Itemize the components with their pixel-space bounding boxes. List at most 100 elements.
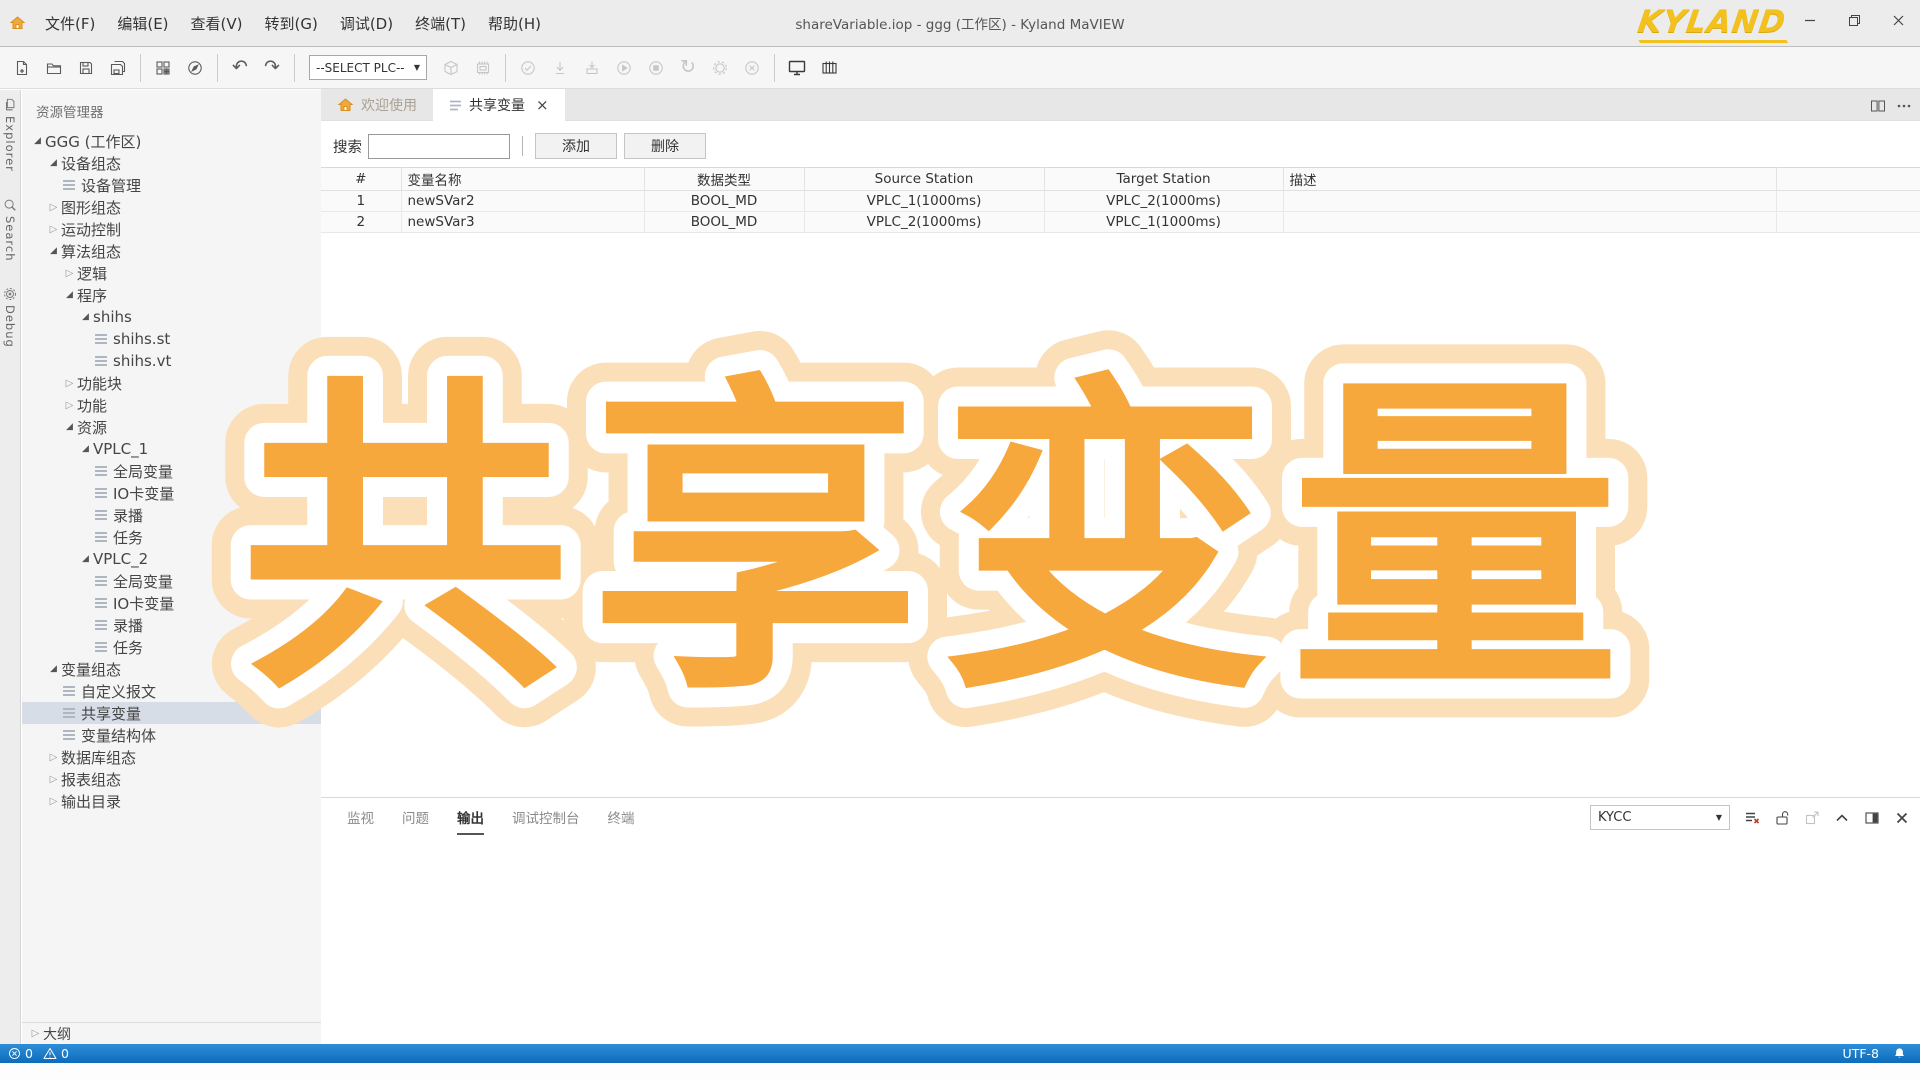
menu-item-2[interactable]: 查看(V) — [180, 9, 254, 38]
cell-数据类型[interactable]: BOOL_MD — [644, 191, 804, 212]
expand-icon[interactable]: ◢ — [62, 422, 77, 432]
io-config-button[interactable] — [813, 52, 845, 84]
tree-item-shihs[interactable]: ◢shihs — [22, 306, 321, 328]
column-header-2[interactable]: 数据类型 — [644, 168, 804, 191]
tree-item-报表组态[interactable]: ▷报表组态 — [22, 768, 321, 790]
rail-item-debug[interactable]: Debug — [3, 287, 17, 348]
tree-item-数据库组态[interactable]: ▷数据库组态 — [22, 746, 321, 768]
menu-item-5[interactable]: 终端(T) — [404, 9, 477, 38]
monitor-button[interactable] — [781, 52, 813, 84]
save-button[interactable] — [70, 52, 102, 84]
expand-icon[interactable]: ◢ — [46, 158, 61, 168]
editor-tab-共享变量[interactable]: 共享变量× — [433, 89, 565, 121]
add-button[interactable]: 添加 — [535, 133, 617, 159]
collapse-icon[interactable]: ▷ — [62, 400, 77, 411]
cell-Source Station[interactable]: VPLC_2(1000ms) — [804, 212, 1044, 233]
expand-icon[interactable]: ◢ — [78, 554, 93, 564]
restore-button[interactable] — [1832, 0, 1876, 40]
tree-item-逻辑[interactable]: ▷逻辑 — [22, 262, 321, 284]
close-button[interactable] — [1876, 0, 1920, 40]
notification-bell-icon[interactable] — [1893, 1047, 1906, 1060]
tree-item-shihs.st[interactable]: shihs.st — [22, 328, 321, 350]
tree-item-资源[interactable]: ◢资源 — [22, 416, 321, 438]
settings-gear-button[interactable] — [704, 52, 736, 84]
warning-counter[interactable]: 0 — [43, 1046, 69, 1061]
tree-item-IO卡变量[interactable]: IO卡变量 — [22, 482, 321, 504]
collapse-icon[interactable]: ▷ — [46, 202, 61, 213]
expand-icon[interactable]: ◢ — [30, 136, 45, 146]
column-header-1[interactable]: 变量名称 — [401, 168, 644, 191]
tree-item-共享变量[interactable]: 共享变量 — [22, 702, 321, 724]
close-tab-icon[interactable]: × — [536, 96, 549, 114]
device-cube-button[interactable] — [435, 52, 467, 84]
tree-item-VPLC_2[interactable]: ◢VPLC_2 — [22, 548, 321, 570]
cell-变量名称[interactable]: newSVar2 — [401, 191, 644, 212]
layout-panel-icon[interactable] — [1864, 810, 1880, 826]
close-icon[interactable] — [1894, 810, 1910, 826]
verify-check-button[interactable] — [512, 52, 544, 84]
rail-item-explorer[interactable]: Explorer — [3, 98, 17, 172]
tree-item-设备管理[interactable]: 设备管理 — [22, 174, 321, 196]
download-box-button[interactable] — [576, 52, 608, 84]
output-channel-select[interactable]: KYCC ▼ — [1590, 805, 1730, 830]
panel-tab-问题[interactable]: 问题 — [402, 807, 429, 835]
cell-描述[interactable] — [1283, 212, 1776, 233]
clear-list-icon[interactable] — [1744, 810, 1760, 826]
tree-item-shihs.vt[interactable]: shihs.vt — [22, 350, 321, 372]
tree-item-设备组态[interactable]: ◢设备组态 — [22, 152, 321, 174]
cell-描述[interactable] — [1283, 191, 1776, 212]
menu-item-1[interactable]: 编辑(E) — [106, 9, 179, 38]
project-grid-button[interactable] — [147, 52, 179, 84]
delete-button[interactable]: 删除 — [624, 133, 706, 159]
plc-select-dropdown[interactable]: --SELECT PLC--▼ — [309, 55, 427, 80]
tree-item-全局变量[interactable]: 全局变量 — [22, 570, 321, 592]
tree-item-自定义报文[interactable]: 自定义报文 — [22, 680, 321, 702]
restart-refresh-button[interactable]: ↻ — [672, 52, 704, 84]
tree-item-变量结构体[interactable]: 变量结构体 — [22, 724, 321, 746]
column-header-5[interactable]: 描述 — [1283, 168, 1776, 191]
table-row[interactable]: 1newSVar2BOOL_MDVPLC_1(1000ms)VPLC_2(100… — [321, 191, 1920, 212]
cell-Target Station[interactable]: VPLC_2(1000ms) — [1044, 191, 1283, 212]
panel-tab-监视[interactable]: 监视 — [347, 807, 374, 835]
search-input[interactable] — [368, 134, 510, 159]
app-home-icon[interactable] — [0, 0, 34, 46]
tree-item-GGG (工作区)[interactable]: ◢GGG (工作区) — [22, 130, 321, 152]
collapse-icon[interactable]: ▷ — [46, 796, 61, 807]
split-editor-icon[interactable] — [1870, 98, 1886, 114]
collapse-icon[interactable]: ▷ — [46, 224, 61, 235]
collapse-icon[interactable]: ▷ — [62, 378, 77, 389]
expand-icon[interactable]: ◢ — [46, 246, 61, 256]
tree-item-录播[interactable]: 录播 — [22, 504, 321, 526]
cell-Target Station[interactable]: VPLC_1(1000ms) — [1044, 212, 1283, 233]
menu-item-4[interactable]: 调试(D) — [329, 9, 404, 38]
tree-item-变量组态[interactable]: ◢变量组态 — [22, 658, 321, 680]
collapse-icon[interactable]: ▷ — [46, 774, 61, 785]
tree-item-图形组态[interactable]: ▷图形组态 — [22, 196, 321, 218]
menu-item-0[interactable]: 文件(F) — [34, 9, 106, 38]
export-icon[interactable] — [1804, 810, 1820, 826]
run-play-button[interactable] — [608, 52, 640, 84]
cell-数据类型[interactable]: BOOL_MD — [644, 212, 804, 233]
tree-item-任务[interactable]: 任务 — [22, 526, 321, 548]
collapse-icon[interactable]: ▷ — [62, 268, 77, 279]
panel-tab-输出[interactable]: 输出 — [457, 807, 484, 835]
redo-button[interactable]: ↷ — [256, 52, 288, 84]
minimize-button[interactable] — [1788, 0, 1832, 40]
menu-item-6[interactable]: 帮助(H) — [477, 9, 552, 38]
new-file-button[interactable] — [6, 52, 38, 84]
tree-item-功能块[interactable]: ▷功能块 — [22, 372, 321, 394]
compile-compass-button[interactable] — [179, 52, 211, 84]
column-header-0[interactable]: # — [321, 168, 401, 191]
expand-icon[interactable]: ◢ — [78, 444, 93, 454]
tree-item-运动控制[interactable]: ▷运动控制 — [22, 218, 321, 240]
cell-#[interactable]: 1 — [321, 191, 401, 212]
cell-Source Station[interactable]: VPLC_1(1000ms) — [804, 191, 1044, 212]
undo-button[interactable]: ↶ — [224, 52, 256, 84]
expand-icon[interactable]: ◢ — [78, 312, 93, 322]
outline-section[interactable]: ▷ 大纲 — [22, 1022, 321, 1044]
expand-icon[interactable]: ◢ — [62, 290, 77, 300]
column-header-3[interactable]: Source Station — [804, 168, 1044, 191]
download-arrow-button[interactable] — [544, 52, 576, 84]
encoding-indicator[interactable]: UTF-8 — [1843, 1046, 1879, 1061]
tree-item-程序[interactable]: ◢程序 — [22, 284, 321, 306]
